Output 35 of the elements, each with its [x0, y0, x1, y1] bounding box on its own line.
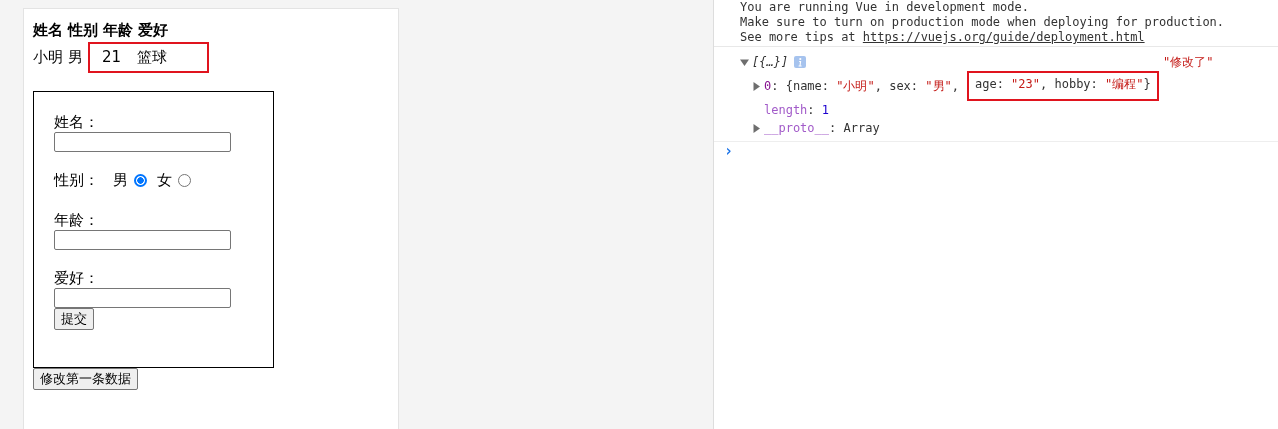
field-label: 爱好： [54, 268, 100, 288]
table-cell-text: 小明 [33, 47, 63, 68]
table-cell: 篮球 [137, 42, 210, 73]
expanded-caret-icon[interactable] [740, 57, 749, 67]
console-text: Make sure to turn on production mode when deploying for production. [740, 15, 1226, 30]
field-label: 年龄： [54, 210, 100, 230]
collapsed-caret-icon[interactable] [752, 123, 761, 133]
console-link[interactable]: https://vuejs.org/guide/deployment.html [862, 30, 1145, 44]
column-header: 姓名 [33, 20, 63, 41]
column-header: 年龄 [103, 20, 133, 41]
collapsed-caret-icon[interactable] [752, 81, 761, 91]
log-summary: [{…}] [752, 54, 789, 71]
highlight-box: age: "23", hobby: "编程"} [967, 71, 1159, 101]
console-text: __proto__: Array [764, 120, 880, 137]
column-header: 爱好 [138, 20, 168, 41]
console-text: length: 1 [764, 102, 830, 119]
console-note: "修改了" [1163, 54, 1214, 71]
input-field[interactable] [54, 288, 231, 308]
console-text: You are running Vue in development mode. [740, 0, 1030, 15]
field-label: 性别： [54, 170, 99, 190]
table-cell: 21 [88, 42, 138, 73]
console-text: See more tips at [740, 30, 857, 44]
update-button[interactable]: 修改第一条数据 [33, 368, 138, 390]
radio-label: 女 [157, 170, 172, 190]
prompt-icon[interactable]: › [714, 142, 1278, 159]
column-header: 性别 [68, 20, 98, 41]
console-text: 0: {name: "小明", sex: "男", [764, 78, 959, 95]
radio-label: 男 [113, 170, 128, 190]
info-icon [794, 56, 807, 68]
input-field[interactable] [54, 230, 231, 250]
radio-button[interactable] [134, 173, 147, 187]
table-cell-text: 男 [68, 47, 83, 68]
submit-button[interactable]: 提交 [54, 308, 94, 330]
field-label: 姓名： [54, 112, 100, 132]
input-field[interactable] [54, 132, 231, 152]
